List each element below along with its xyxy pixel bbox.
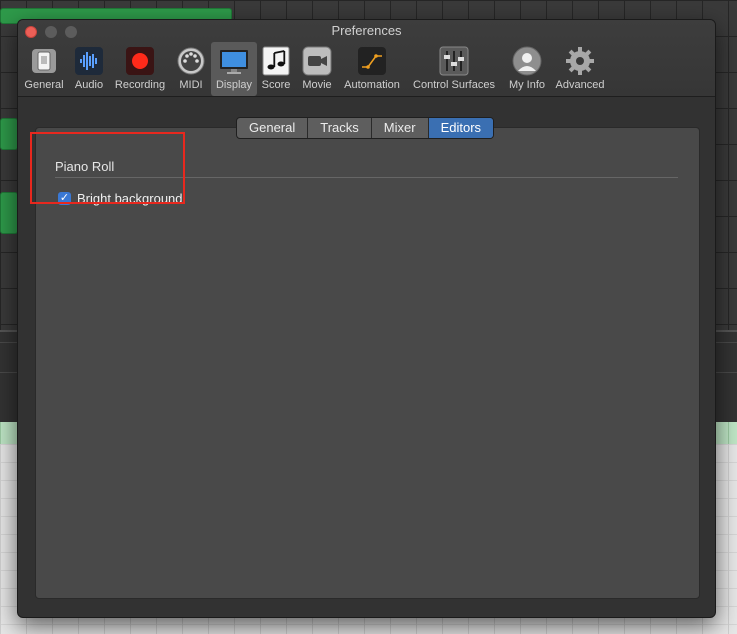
general-icon [29,46,59,76]
background-region [0,118,18,150]
movie-icon [302,46,332,76]
tab-general[interactable]: General [237,118,309,138]
highlight-box [30,132,185,204]
toolbar-label: Movie [302,79,332,91]
title-bar: Preferences General Audio Recording MIDI… [18,20,715,97]
automation-icon [357,46,387,76]
advanced-icon [565,46,595,76]
display-icon [219,46,249,76]
toolbar-label: Control Surfaces [413,79,495,91]
toolbar-label: Advanced [555,79,605,91]
toolbar-automation[interactable]: Automation [340,42,404,96]
toolbar-label: Display [215,79,253,91]
toolbar-label: Recording [114,79,166,91]
recording-icon [125,46,155,76]
tab-mixer[interactable]: Mixer [372,118,429,138]
tab-editors[interactable]: Editors [428,118,494,138]
toolbar-label: Score [261,79,291,91]
toolbar-label: Automation [344,79,400,91]
toolbar-score[interactable]: Score [259,42,293,96]
tab-tracks[interactable]: Tracks [308,118,372,138]
preferences-toolbar: General Audio Recording MIDI Display Sco… [18,42,715,96]
toolbar-label: MIDI [179,79,203,91]
midi-icon [176,46,206,76]
window-title: Preferences [331,23,402,38]
toolbar-recording[interactable]: Recording [112,42,168,96]
toolbar-control-surfaces[interactable]: Control Surfaces [408,42,500,96]
toolbar-advanced[interactable]: Advanced [552,42,608,96]
background-region [0,192,18,234]
toolbar-general[interactable]: General [22,42,66,96]
control-surfaces-icon [439,46,469,76]
toolbar-label: My Info [508,79,546,91]
score-icon [261,46,291,76]
toolbar-my-info[interactable]: My Info [505,42,549,96]
editors-tab-bar: General Tracks Mixer Editors [236,117,495,139]
toolbar-movie[interactable]: Movie [298,42,336,96]
audio-icon [74,46,104,76]
toolbar-label: Audio [74,79,104,91]
toolbar-label: General [24,79,64,91]
toolbar-midi[interactable]: MIDI [173,42,209,96]
my-info-icon [512,46,542,76]
toolbar-display[interactable]: Display [211,42,257,96]
preferences-window: Preferences General Audio Recording MIDI… [17,19,716,618]
toolbar-audio[interactable]: Audio [69,42,109,96]
